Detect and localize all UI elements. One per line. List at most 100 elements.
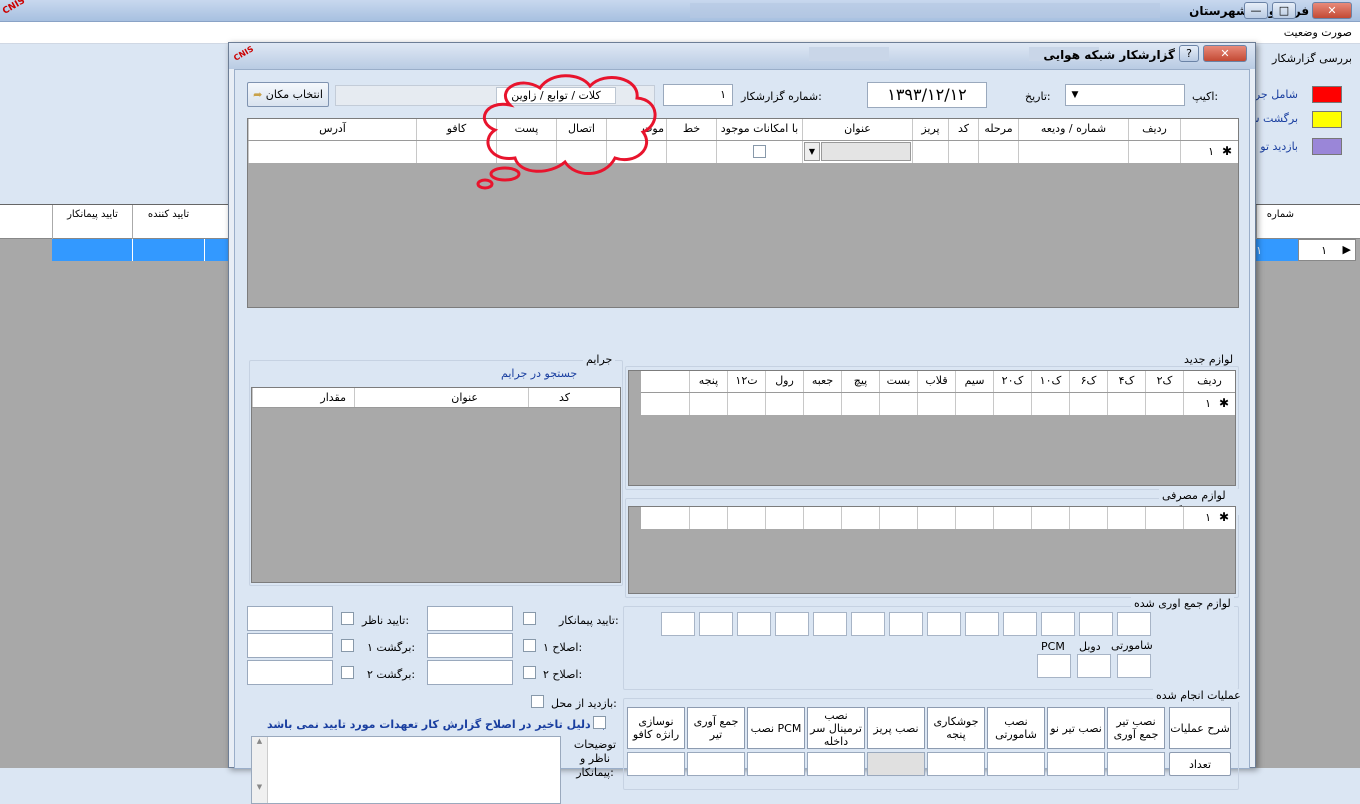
collected-shamorti-field[interactable] [1117,654,1151,678]
col-header[interactable]: رول [765,371,803,392]
close-button[interactable]: ✕ [1312,2,1352,19]
fix1-checkbox[interactable] [523,639,536,652]
col-header[interactable]: شماره / ودیعه [1018,119,1128,140]
scrollbar[interactable]: ▲ ▼ [252,737,268,803]
col-header[interactable]: پریز [912,119,948,140]
operation-count-field[interactable] [867,752,925,776]
operation-count-field[interactable] [927,752,985,776]
operation-count-field[interactable] [1047,752,1105,776]
delay-checkbox[interactable] [593,716,606,729]
col-header[interactable]: پنجه [689,371,727,392]
title-combo[interactable] [821,142,911,161]
grid-cell[interactable] [993,507,1031,529]
collected-field[interactable] [661,612,695,636]
grid-cell[interactable] [803,393,841,415]
grid-cell[interactable] [1031,507,1069,529]
grid-cell[interactable] [765,507,803,529]
col-header[interactable]: عنوان [802,119,912,140]
maximize-button[interactable]: □ [1272,2,1296,19]
grid-cell[interactable] [689,393,727,415]
grid-cell[interactable] [1031,393,1069,415]
operation-count-field[interactable] [987,752,1045,776]
grid-cell[interactable] [879,507,917,529]
chevron-down-icon[interactable]: ▼ [804,142,820,161]
collected-field[interactable] [1079,612,1113,636]
col-header[interactable]: سیم [955,371,993,392]
return2-checkbox[interactable] [341,666,354,679]
col-header[interactable]: ت۱۲ [727,371,765,392]
site-visit-checkbox[interactable] [531,695,544,708]
fix1-field[interactable] [427,633,513,658]
collected-field[interactable] [1003,612,1037,636]
comments-textarea[interactable]: ▲ ▼ [251,736,561,804]
grid-cell[interactable] [955,393,993,415]
col-header[interactable]: کد [528,388,620,407]
operation-count-field[interactable] [747,752,805,776]
col-header[interactable]: بست [879,371,917,392]
col-header[interactable]: با امکانات موجود [716,119,802,140]
col-header[interactable]: کد [948,119,978,140]
grid-cell[interactable] [803,507,841,529]
supervisor-approval-field[interactable] [247,606,333,631]
grid-cell[interactable] [1107,507,1145,529]
table-row-new[interactable]: ✱ ۱ [641,507,1235,529]
grid-cell[interactable] [1145,507,1183,529]
row-selector[interactable]: ▶ ۱ [1298,239,1356,261]
operation-count-field[interactable] [687,752,745,776]
collected-field[interactable] [1117,612,1151,636]
grid-cell[interactable] [727,393,765,415]
collected-field[interactable] [813,612,847,636]
grid-cell[interactable] [917,393,955,415]
col-header[interactable]: پیچ [841,371,879,392]
minimize-button[interactable]: — [1244,2,1268,19]
fix2-field[interactable] [427,660,513,685]
table-row-new[interactable]: ✱ ۱ [641,393,1235,415]
grid-cell[interactable] [1107,393,1145,415]
operation-count-field[interactable] [627,752,685,776]
col-header[interactable]: ردیف [1128,119,1180,140]
return2-field[interactable] [247,660,333,685]
return1-checkbox[interactable] [341,639,354,652]
operation-count-field[interactable] [1107,752,1165,776]
help-button[interactable]: ? [1179,45,1199,62]
grid-cell[interactable] [879,393,917,415]
select-location-button[interactable]: ➦ انتخاب مکان [247,82,329,107]
available-facilities-checkbox[interactable] [753,145,766,158]
grid-cell[interactable] [841,507,879,529]
col-header[interactable]: آدرس [248,119,416,140]
col-header[interactable]: مرحله [978,119,1018,140]
operation-count-field[interactable] [807,752,865,776]
grid-cell[interactable] [1069,507,1107,529]
collected-field[interactable] [851,612,885,636]
grid-cell[interactable] [917,507,955,529]
date-field[interactable]: ۱۳۹۳/۱۲/۱۲ [867,82,987,108]
col-header[interactable]: قلاب [917,371,955,392]
chevron-down-icon[interactable]: ▼ [1065,86,1085,104]
supervisor-approval-checkbox[interactable] [341,612,354,625]
col-header[interactable]: ک۱۰ [1031,371,1069,392]
col-header[interactable]: ک۶ [1069,371,1107,392]
grid-cell[interactable] [955,507,993,529]
collected-field[interactable] [737,612,771,636]
grid-cell[interactable] [1069,393,1107,415]
grid-cell[interactable] [727,507,765,529]
col-header[interactable]: ک۲۰ [993,371,1031,392]
grid-cell[interactable] [1145,393,1183,415]
col-header[interactable]: ک۲ [1145,371,1183,392]
collected-field[interactable] [965,612,999,636]
collected-field[interactable] [889,612,923,636]
collected-field[interactable] [775,612,809,636]
fix2-checkbox[interactable] [523,666,536,679]
grid-header[interactable]: تایید پیمانکار [52,205,132,239]
grid-header[interactable]: شماره [1256,205,1298,239]
col-header[interactable]: عنوان [354,388,528,407]
col-header[interactable]: جعبه [803,371,841,392]
grid-header[interactable]: تایید کننده [132,205,204,239]
collected-field[interactable] [699,612,733,636]
return1-field[interactable] [247,633,333,658]
search-penalties-link[interactable]: جستجو در جرایم [501,367,577,380]
grid-cell[interactable] [765,393,803,415]
dialog-close-button[interactable]: ✕ [1203,45,1247,62]
col-header[interactable]: مقدار [252,388,354,407]
collected-field[interactable] [1041,612,1075,636]
